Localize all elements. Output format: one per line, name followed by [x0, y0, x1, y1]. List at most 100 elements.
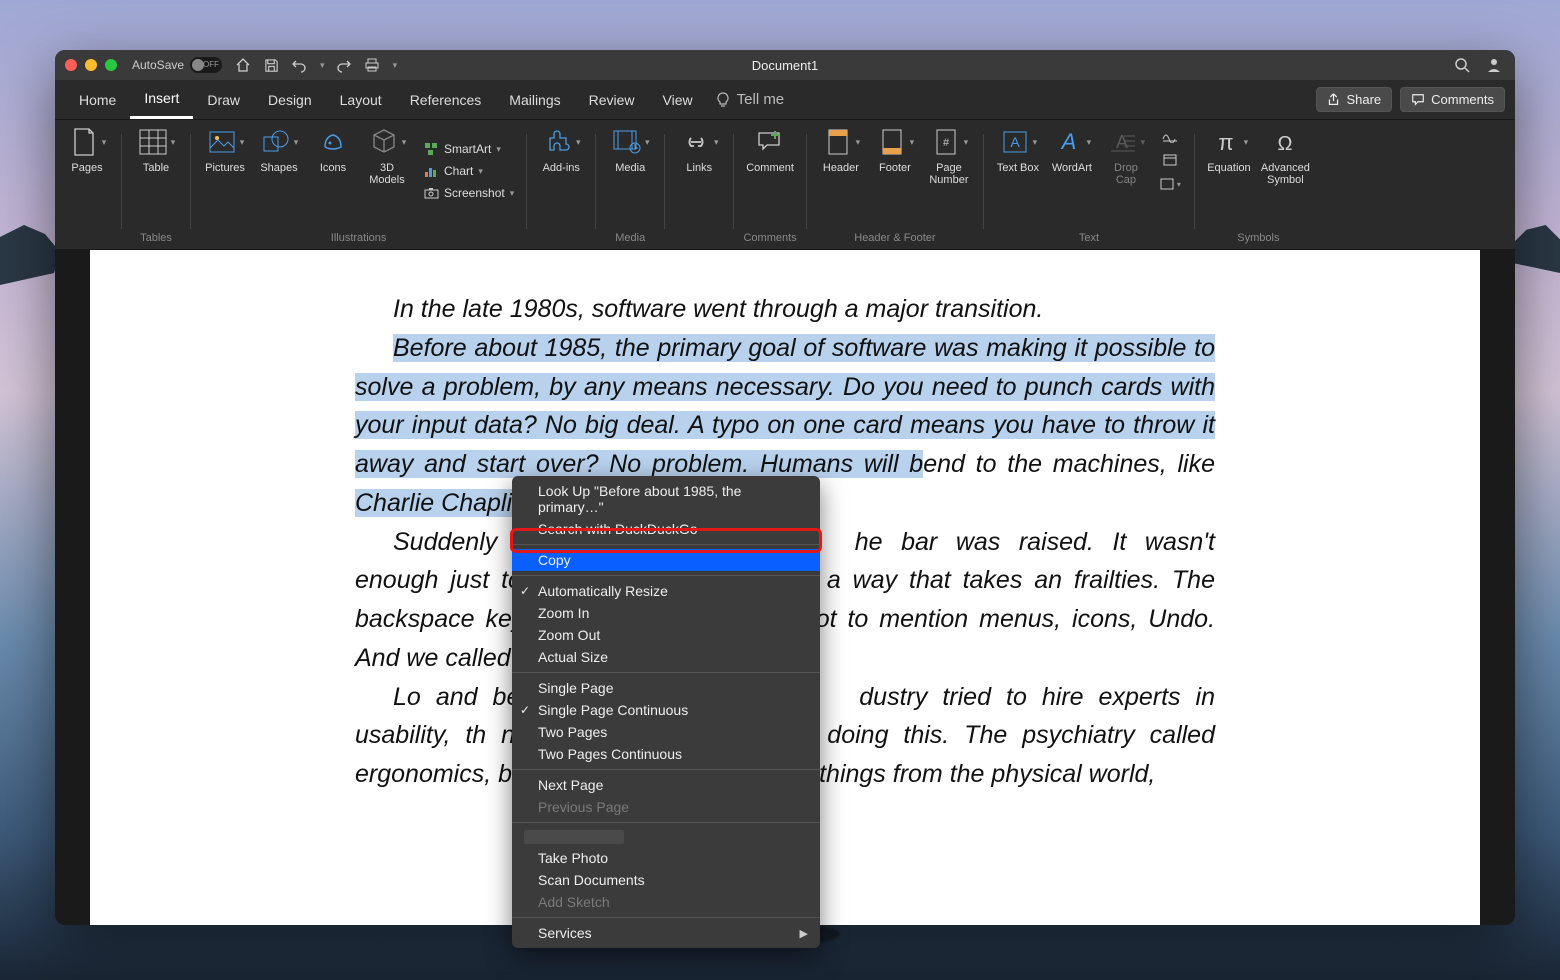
page-number-icon: #	[930, 126, 962, 158]
pi-icon: π	[1210, 126, 1242, 158]
3d-models-button[interactable]: ▾ 3D Models	[365, 126, 409, 186]
lightbulb-icon	[715, 92, 731, 108]
table-button[interactable]: ▾ Table	[134, 126, 178, 174]
object-button[interactable]: ▾	[1158, 174, 1182, 194]
screenshot-button[interactable]: Screenshot▾	[423, 183, 514, 203]
omega-icon: Ω	[1269, 126, 1301, 158]
menu-single-continuous[interactable]: ✓Single Page Continuous	[512, 699, 820, 721]
undo-dropdown[interactable]: ▾	[320, 60, 325, 71]
textbox-icon: A	[999, 126, 1031, 158]
table-icon	[137, 126, 169, 158]
group-comments-label: Comments	[743, 232, 796, 244]
account-icon[interactable]	[1485, 56, 1503, 74]
link-icon	[680, 126, 712, 158]
tab-draw[interactable]: Draw	[193, 80, 254, 119]
menu-copy[interactable]: Copy	[512, 549, 820, 571]
menu-prev-page: Previous Page	[512, 796, 820, 818]
svg-text:Ω: Ω	[1278, 133, 1293, 154]
menu-device-placeholder	[512, 827, 820, 847]
shapes-icon	[260, 126, 292, 158]
tab-insert[interactable]: Insert	[130, 80, 193, 119]
menu-auto-resize[interactable]: ✓Automatically Resize	[512, 580, 820, 602]
menu-search-ddg[interactable]: Search with DuckDuckGo	[512, 518, 820, 540]
tab-layout[interactable]: Layout	[326, 80, 396, 119]
home-icon[interactable]	[234, 56, 252, 74]
chart-button[interactable]: Chart▾	[423, 161, 483, 181]
equation-button[interactable]: π▾ Equation	[1207, 126, 1251, 174]
media-button[interactable]: ▾ Media	[608, 126, 652, 174]
dropcap-icon: A	[1107, 126, 1139, 158]
signature-button[interactable]	[1158, 126, 1182, 146]
tab-mailings[interactable]: Mailings	[495, 80, 574, 119]
ribbon-tabs: Home Insert Draw Design Layout Reference…	[55, 80, 1515, 120]
smartart-icon	[423, 141, 439, 157]
share-button[interactable]: Share	[1316, 87, 1392, 112]
titlebar: AutoSave OFF ▾ ▾ Document1	[55, 50, 1515, 80]
document-title: Document1	[752, 58, 818, 73]
comment-button[interactable]: Comment	[746, 126, 794, 174]
menu-single-page[interactable]: Single Page	[512, 677, 820, 699]
svg-text:π: π	[1218, 130, 1233, 154]
tab-design[interactable]: Design	[254, 80, 326, 119]
cube-icon	[368, 126, 400, 158]
minimize-window-button[interactable]	[85, 59, 97, 71]
group-tables-label: Tables	[140, 232, 172, 244]
search-icon[interactable]	[1453, 56, 1471, 74]
symbol-button[interactable]: Ω Advanced Symbol	[1261, 126, 1310, 186]
menu-two-continuous[interactable]: Two Pages Continuous	[512, 743, 820, 765]
media-icon	[611, 126, 643, 158]
traffic-lights	[65, 59, 117, 71]
camera-icon	[423, 185, 439, 201]
wordart-button[interactable]: A▾ WordArt	[1050, 126, 1094, 174]
tab-review[interactable]: Review	[575, 80, 649, 119]
textbox-button[interactable]: A▾ Text Box	[996, 126, 1040, 174]
page-icon	[68, 126, 100, 158]
footer-button[interactable]: ▾ Footer	[873, 126, 917, 174]
header-button[interactable]: ▾ Header	[819, 126, 863, 174]
wordart-icon: A	[1053, 126, 1085, 158]
autosave-toggle[interactable]: AutoSave OFF	[132, 57, 222, 73]
menu-add-sketch: Add Sketch	[512, 891, 820, 913]
menu-actual-size[interactable]: Actual Size	[512, 646, 820, 668]
addin-icon	[542, 126, 574, 158]
menu-next-page[interactable]: Next Page	[512, 774, 820, 796]
print-icon[interactable]	[363, 56, 381, 74]
group-text-label: Text	[1079, 232, 1099, 244]
pictures-button[interactable]: ▾ Pictures	[203, 126, 247, 174]
tab-home[interactable]: Home	[65, 80, 130, 119]
menu-two-pages[interactable]: Two Pages	[512, 721, 820, 743]
addins-button[interactable]: ▾ Add-ins	[539, 126, 583, 174]
new-comment-icon	[754, 126, 786, 158]
svg-text:A: A	[1059, 129, 1076, 154]
menu-lookup[interactable]: Look Up "Before about 1985, the primary……	[512, 480, 820, 518]
autosave-label: AutoSave	[132, 58, 184, 72]
comment-icon	[1411, 93, 1425, 107]
menu-scan-documents[interactable]: Scan Documents	[512, 869, 820, 891]
shapes-button[interactable]: ▾ Shapes	[257, 126, 301, 174]
menu-take-photo[interactable]: Take Photo	[512, 847, 820, 869]
redo-icon[interactable]	[335, 56, 353, 74]
svg-text:A: A	[1010, 134, 1020, 150]
links-button[interactable]: ▾ Links	[677, 126, 721, 174]
save-icon[interactable]	[262, 56, 280, 74]
menu-zoom-in[interactable]: Zoom In	[512, 602, 820, 624]
tell-me[interactable]: Tell me	[715, 91, 785, 108]
dropcap-button[interactable]: A▾ Drop Cap	[1104, 126, 1148, 186]
undo-icon[interactable]	[290, 56, 308, 74]
svg-text:A: A	[1116, 132, 1128, 152]
maximize-window-button[interactable]	[105, 59, 117, 71]
group-illustrations-label: Illustrations	[331, 232, 387, 244]
tab-references[interactable]: References	[396, 80, 496, 119]
date-button[interactable]	[1158, 150, 1182, 170]
menu-zoom-out[interactable]: Zoom Out	[512, 624, 820, 646]
comments-button[interactable]: Comments	[1400, 87, 1505, 112]
smartart-button[interactable]: SmartArt▾	[423, 139, 501, 159]
close-window-button[interactable]	[65, 59, 77, 71]
qat-more[interactable]: ▾	[393, 60, 398, 71]
header-icon	[822, 126, 854, 158]
tab-view[interactable]: View	[649, 80, 707, 119]
pages-button[interactable]: ▾ Pages	[65, 126, 109, 174]
icons-button[interactable]: Icons	[311, 126, 355, 174]
menu-services[interactable]: Services▶	[512, 922, 820, 944]
page-number-button[interactable]: #▾ Page Number	[927, 126, 971, 186]
